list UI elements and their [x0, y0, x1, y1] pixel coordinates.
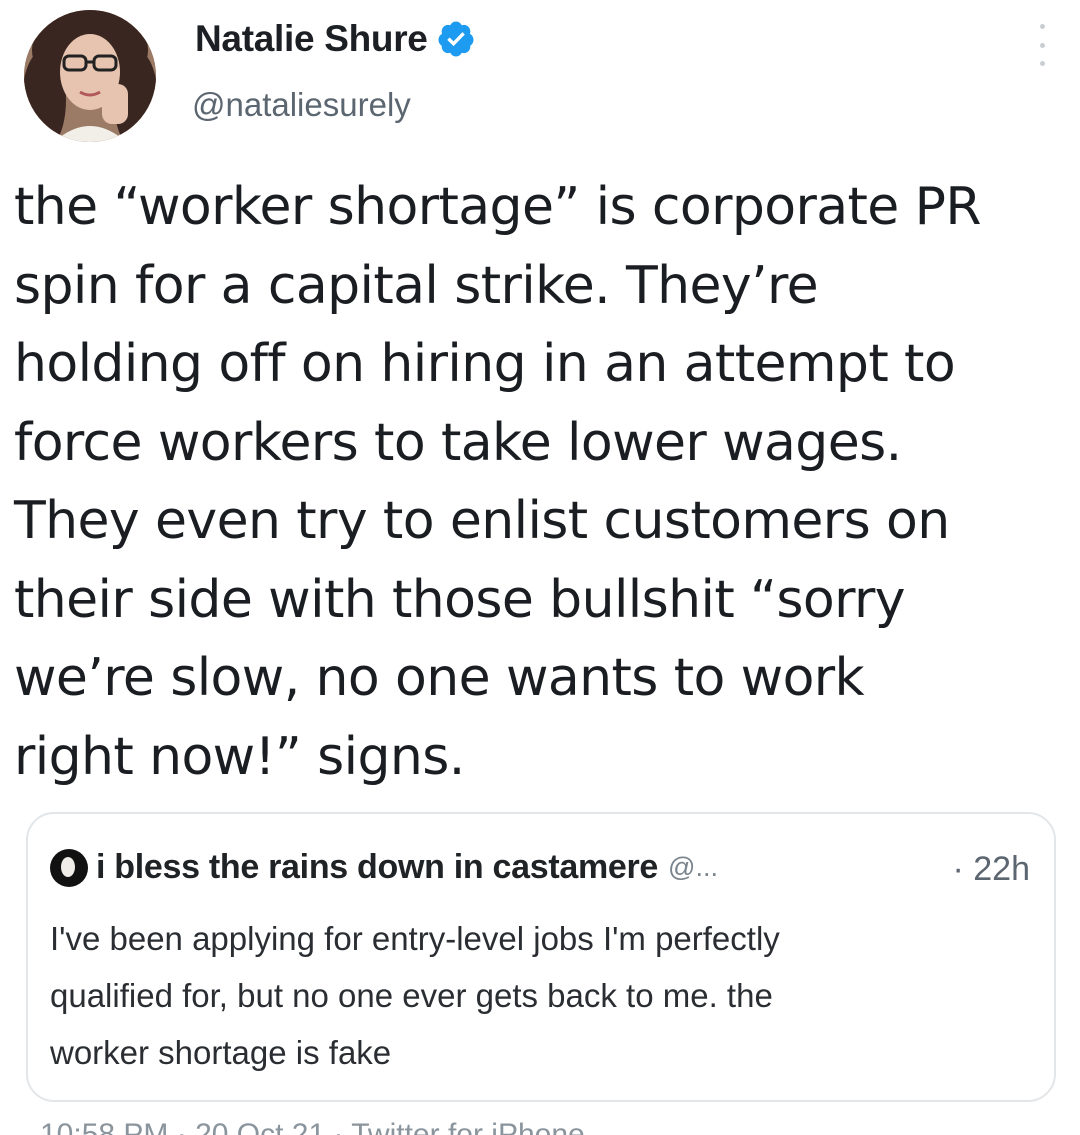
tweet-line: spin for a capital strike. They’re — [14, 255, 819, 316]
author-avatar[interactable] — [24, 10, 156, 142]
more-options-icon[interactable] — [1032, 24, 1052, 66]
quoted-timestamp: · 22h — [952, 850, 1031, 888]
tweet-line: we’re slow, no one wants to work — [14, 648, 865, 708]
author-handle[interactable]: @nataliesurely — [192, 86, 411, 124]
quoted-line: worker shortage is fake — [50, 1034, 392, 1071]
quoted-tweet[interactable]: i bless the rains down in castamere @...… — [26, 812, 1056, 1102]
quoted-author-avatar — [50, 848, 88, 887]
tweet-line: the “worker shortage” is corporate PR — [14, 177, 982, 237]
profile-photo-icon — [24, 10, 156, 142]
tweet-line: holding off on hiring in an attempt to — [14, 334, 956, 394]
quoted-tweet-text: I've been applying for entry-level jobs … — [50, 910, 1040, 1081]
tweet-card: Natalie Shure @nataliesurely the “worker… — [0, 0, 1080, 1135]
quoted-author-name: i bless the rains down in castamere — [96, 848, 659, 886]
quoted-author-handle: @... — [668, 852, 718, 882]
quoted-line: qualified for, but no one ever gets back… — [50, 977, 773, 1014]
verified-badge-icon — [438, 21, 474, 57]
author-name[interactable]: Natalie Shure — [195, 18, 428, 60]
tweet-line: right now!” signs. — [14, 726, 465, 787]
tweet-line: force workers to take lower wages. — [14, 412, 902, 473]
quoted-line: I've been applying for entry-level jobs … — [50, 920, 780, 957]
tweet-meta: 10:58 PM · 20 Oct 21 · Twitter for iPhon… — [40, 1118, 585, 1135]
tweet-text: the “worker shortage” is corporate PR sp… — [14, 168, 1064, 796]
tweet-line: They even try to enlist customers on — [14, 491, 950, 551]
tweet-line: their side with those bullshit “sorry — [14, 569, 906, 630]
